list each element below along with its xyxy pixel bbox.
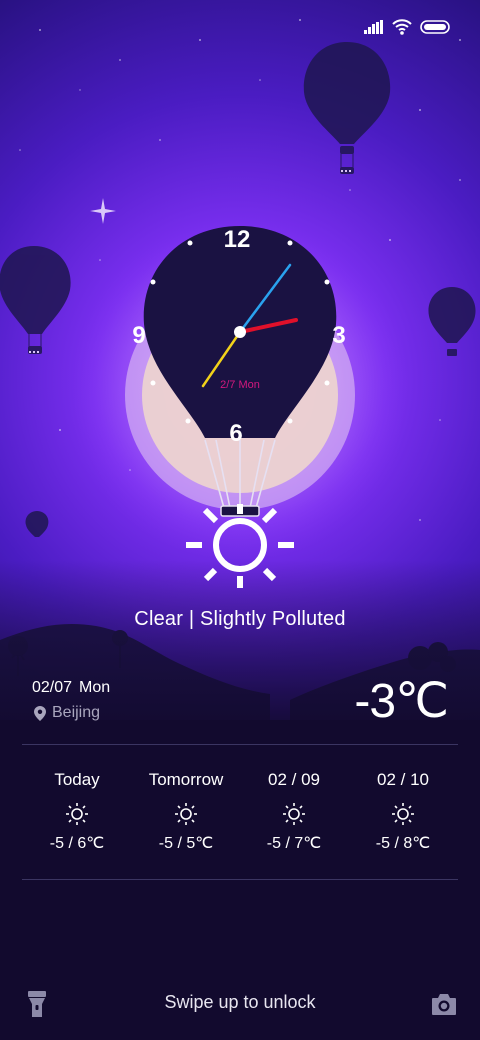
- forecast-day: Today -5 / 6℃: [17, 768, 137, 854]
- forecast-day: 02 / 09 -5 / 7℃: [234, 768, 354, 854]
- clock-tick: [150, 279, 156, 285]
- clock-tick: [324, 380, 330, 386]
- sun-icon: [175, 803, 197, 825]
- clock-tick: [185, 418, 191, 424]
- forecast-day-label: Tomorrow: [148, 770, 224, 789]
- divider-bottom: [22, 879, 458, 880]
- clock-tick: [324, 279, 330, 285]
- forecast-day-label: Today: [54, 770, 100, 789]
- clock-center: [234, 326, 246, 338]
- clock-numeral-3: 3: [332, 322, 345, 349]
- sun-icon: [392, 803, 414, 825]
- swipe-up-hint[interactable]: Swipe up to unlock: [0, 992, 480, 1013]
- forecast-day-label: 02 / 09: [268, 770, 320, 789]
- sun-icon: [186, 504, 294, 588]
- forecast-day-temp: -5 / 6℃: [49, 835, 105, 852]
- camera-icon[interactable]: [431, 992, 457, 1016]
- clock-numeral-12: 12: [224, 226, 251, 253]
- forecast-day-temp: -5 / 8℃: [375, 835, 431, 852]
- clock-tick: [150, 380, 156, 386]
- forecast-day-label: 02 / 10: [377, 770, 429, 789]
- clock-tick: [187, 240, 193, 246]
- forecast-row: Today -5 / 6℃ Tomorrow -5 / 5℃ 02 / 09 -…: [22, 768, 458, 864]
- second-hand: [201, 330, 242, 388]
- forecast-day-temp: -5 / 7℃: [266, 835, 322, 852]
- weather-condition: Clear | Slightly Polluted: [134, 608, 346, 630]
- weekday-text: Mon: [79, 679, 111, 696]
- clock-tick: [287, 418, 293, 424]
- clock-date-label: 2/7 Mon: [220, 379, 260, 391]
- forecast-day-temp: -5 / 5℃: [158, 835, 214, 852]
- clock-tick: [287, 240, 293, 246]
- clock-numeral-9: 9: [132, 322, 145, 349]
- clock-numeral-6: 6: [229, 420, 242, 447]
- sun-icon: [66, 803, 88, 825]
- forecast-day: Tomorrow -5 / 5℃: [126, 768, 246, 854]
- current-temperature: -3℃: [354, 675, 449, 728]
- sun-icon: [283, 803, 305, 825]
- divider-top: [22, 744, 458, 745]
- location: Beijing: [34, 704, 100, 722]
- location-pin-icon: [34, 705, 46, 721]
- date-text: 02/07: [32, 679, 73, 696]
- forecast-day: 02 / 10 -5 / 8℃: [343, 768, 463, 854]
- location-name: Beijing: [52, 704, 101, 721]
- date-display: 02/07 Mon: [32, 679, 110, 697]
